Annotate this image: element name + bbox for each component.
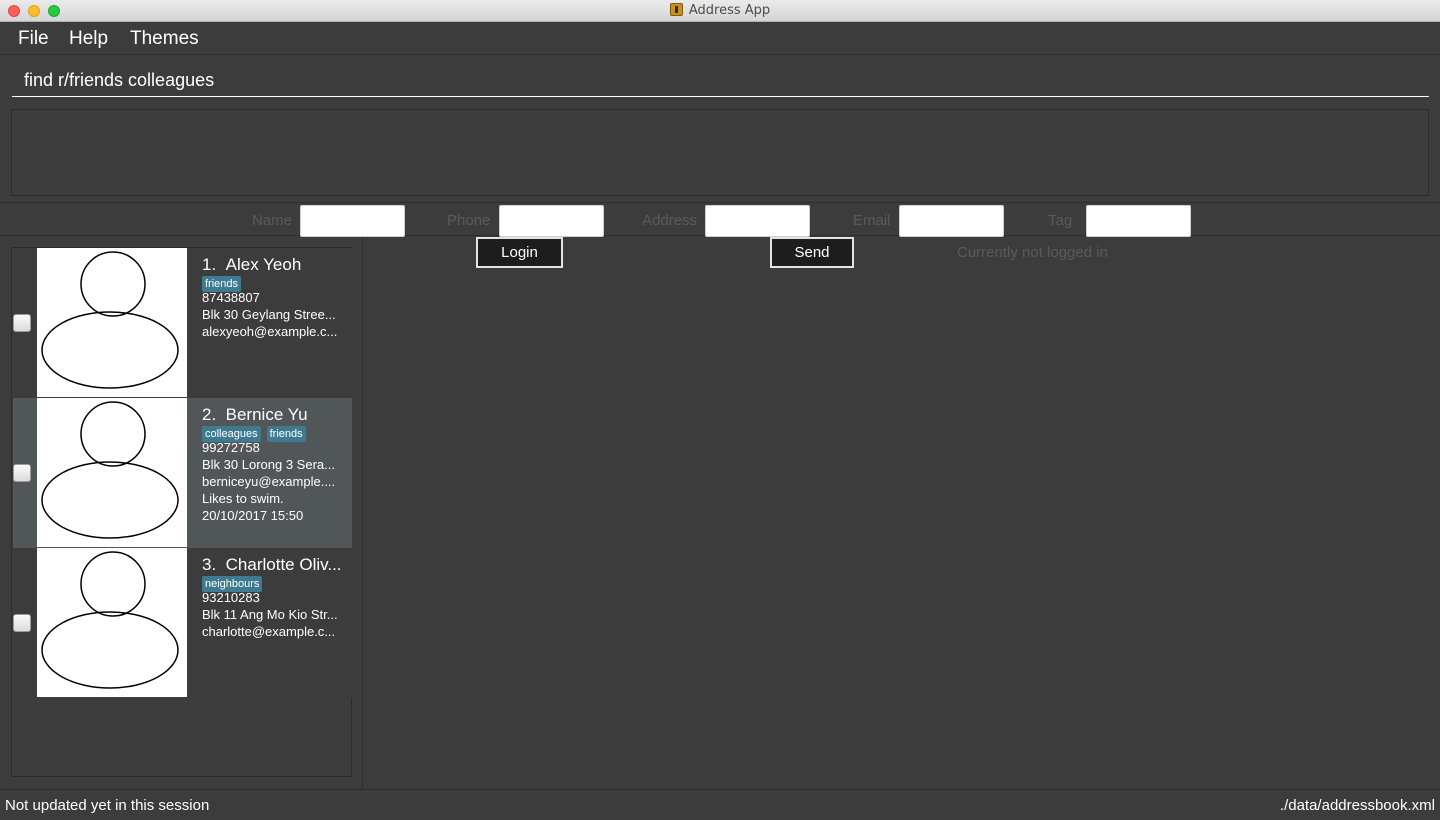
person-remark: Likes to swim. bbox=[202, 491, 284, 506]
result-display[interactable] bbox=[11, 109, 1429, 196]
avatar bbox=[37, 248, 187, 397]
person-phone: 99272758 bbox=[202, 440, 260, 455]
status-bar: Not updated yet in this session ./data/a… bbox=[0, 789, 1440, 820]
sync-status: Not updated yet in this session bbox=[5, 797, 210, 814]
login-status-text: Currently not logged in bbox=[957, 244, 1108, 261]
command-input[interactable] bbox=[12, 64, 1429, 97]
person-phone: 93210283 bbox=[202, 590, 260, 605]
name-label: Name bbox=[252, 212, 293, 229]
select-checkbox[interactable] bbox=[13, 614, 31, 632]
person-card[interactable]: 1. Alex Yeoh friends 87438807 Blk 30 Gey… bbox=[13, 248, 352, 398]
person-index: 3. bbox=[202, 555, 217, 574]
person-name: 1. Alex Yeoh bbox=[202, 255, 301, 275]
person-card[interactable]: 3. Charlotte Oliv... neighbours 93210283… bbox=[13, 548, 352, 698]
tag-label: Tag bbox=[1048, 212, 1073, 229]
address-field[interactable] bbox=[705, 205, 810, 237]
name-field[interactable] bbox=[300, 205, 405, 237]
title-bar: Address App bbox=[0, 0, 1440, 22]
app-icon bbox=[669, 3, 683, 16]
tag-field[interactable] bbox=[1086, 205, 1191, 237]
person-name-text: Bernice Yu bbox=[225, 405, 308, 424]
avatar bbox=[37, 398, 187, 547]
person-phone: 87438807 bbox=[202, 290, 260, 305]
person-card[interactable]: 2. Bernice Yu colleagues friends 99272758… bbox=[13, 398, 352, 548]
panel-divider[interactable] bbox=[362, 237, 363, 788]
person-index: 2. bbox=[202, 405, 217, 424]
person-email: alexyeoh@example.c... bbox=[202, 324, 338, 339]
tag-list: friends bbox=[202, 274, 247, 292]
send-button[interactable]: Send bbox=[770, 237, 854, 268]
tag-list: neighbours bbox=[202, 574, 268, 592]
menu-themes[interactable]: Themes bbox=[130, 28, 199, 50]
save-location: ./data/addressbook.xml bbox=[1279, 797, 1435, 814]
person-placeholder-icon bbox=[41, 401, 179, 539]
menu-help[interactable]: Help bbox=[69, 28, 108, 50]
tag-list: colleagues friends bbox=[202, 424, 312, 442]
person-name-text: Alex Yeoh bbox=[225, 255, 302, 274]
person-email: charlotte@example.c... bbox=[202, 624, 336, 639]
window-title-text: Address App bbox=[688, 3, 771, 18]
person-placeholder-icon bbox=[41, 551, 179, 689]
address-label: Address bbox=[642, 212, 698, 229]
login-form-bar: Name Phone Address Email Tag bbox=[0, 202, 1440, 237]
person-name: 3. Charlotte Oliv... bbox=[202, 555, 342, 575]
person-date: 20/10/2017 15:50 bbox=[202, 508, 304, 523]
person-address: Blk 30 Geylang Stree... bbox=[202, 307, 336, 322]
login-button[interactable]: Login bbox=[476, 237, 563, 268]
person-email: berniceyu@example.... bbox=[202, 474, 336, 489]
tag-badge: friends bbox=[266, 426, 306, 442]
avatar bbox=[37, 548, 187, 697]
person-list-panel[interactable]: 1. Alex Yeoh friends 87438807 Blk 30 Gey… bbox=[11, 247, 352, 777]
person-address: Blk 11 Ang Mo Kio Str... bbox=[202, 607, 338, 622]
person-placeholder-icon bbox=[41, 251, 179, 389]
select-checkbox[interactable] bbox=[13, 314, 31, 332]
person-address: Blk 30 Lorong 3 Sera... bbox=[202, 457, 335, 472]
phone-field[interactable] bbox=[499, 205, 604, 237]
person-name: 2. Bernice Yu bbox=[202, 405, 308, 425]
select-checkbox[interactable] bbox=[13, 464, 31, 482]
menu-file[interactable]: File bbox=[18, 28, 49, 50]
person-index: 1. bbox=[202, 255, 217, 274]
command-box bbox=[0, 56, 1440, 102]
window-title: Address App bbox=[0, 3, 1440, 18]
person-name-text: Charlotte Oliv... bbox=[225, 555, 342, 574]
email-field[interactable] bbox=[899, 205, 1004, 237]
email-label: Email bbox=[853, 212, 891, 229]
menu-bar: File Help Themes bbox=[0, 23, 1440, 55]
phone-label: Phone bbox=[447, 212, 491, 229]
